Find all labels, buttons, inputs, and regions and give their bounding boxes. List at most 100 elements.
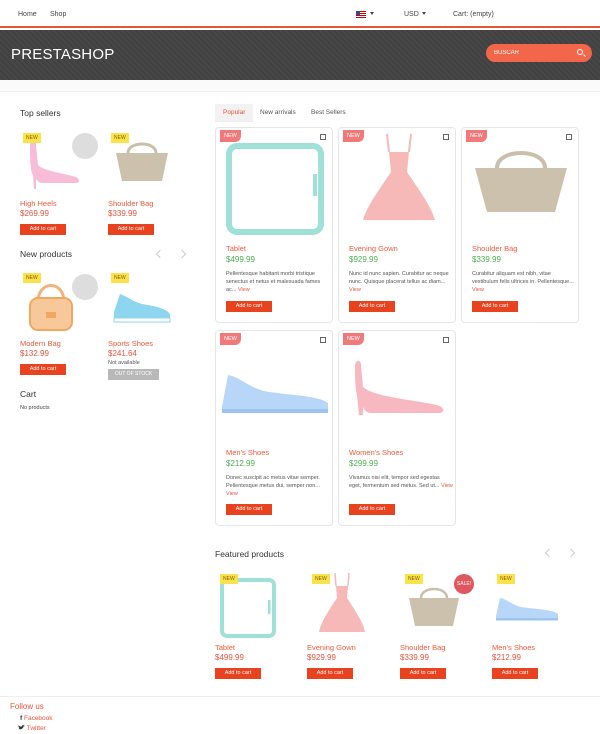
view-link[interactable]: View	[441, 483, 453, 489]
product-name-link[interactable]: Sports Shoes	[108, 339, 153, 348]
chevron-left-icon[interactable]	[155, 249, 165, 259]
product-name-link[interactable]: Women's Shoes	[349, 448, 403, 457]
product-description: Curabitur aliquam est nibh, vitae vestib…	[472, 270, 576, 294]
nav-home-link[interactable]: Home	[18, 11, 37, 18]
cart-title: Cart	[20, 389, 37, 399]
compare-checkbox[interactable]	[443, 337, 449, 343]
new-products-title: New products	[20, 249, 72, 259]
product-name-link[interactable]: Men's Shoes	[226, 448, 269, 457]
product-description: Nunc id nunc sapien. Curabitur ac neque …	[349, 270, 453, 294]
currency-selector[interactable]: USD	[404, 11, 426, 18]
add-to-cart-button[interactable]: Add to cart	[20, 364, 66, 375]
new-badge: NEW	[23, 133, 41, 143]
view-link[interactable]: View	[349, 287, 361, 293]
facebook-label: Facebook	[23, 715, 53, 722]
view-link[interactable]: View	[226, 491, 238, 497]
product-name-link[interactable]: Tablet	[226, 244, 246, 253]
top-bar: Home Shop USD Cart: (empty)	[0, 0, 600, 28]
currency-label: USD	[404, 11, 419, 18]
product-name-link[interactable]: Tablet	[215, 643, 235, 652]
new-badge: NEW	[220, 333, 241, 345]
availability-label: Not available	[108, 360, 140, 366]
product-name-link[interactable]: Shoulder Bag	[400, 643, 445, 652]
product-name-link[interactable]: Shoulder Bag	[472, 244, 517, 253]
view-link[interactable]: View	[238, 287, 250, 293]
add-to-cart-button[interactable]: Add to cart	[108, 224, 154, 235]
view-link[interactable]: View	[472, 287, 484, 293]
add-to-cart-button[interactable]: Add to cart	[472, 301, 518, 312]
us-flag-icon[interactable]	[356, 11, 366, 18]
add-to-cart-button[interactable]: Add to cart	[20, 224, 66, 235]
add-to-cart-button[interactable]: Add to cart	[226, 301, 272, 312]
product-card-tablet[interactable]: NEW Tablet $499.99 Pellentesque habitant…	[215, 127, 333, 323]
header-strip	[0, 80, 600, 92]
facebook-icon: f	[20, 715, 23, 722]
product-price: $241.64	[108, 349, 137, 358]
out-of-stock-button: OUT OF STOCK	[108, 369, 159, 380]
twitter-bird-icon	[18, 725, 25, 730]
chevron-right-icon[interactable]	[177, 249, 187, 259]
product-card-evening-gown[interactable]: NEW Evening Gown $929.99 Nunc id nunc sa…	[338, 127, 456, 323]
add-to-cart-button[interactable]: Add to cart	[492, 668, 538, 679]
description-text: Nunc id nunc sapien. Curabitur ac neque …	[349, 271, 449, 285]
high-heels-image	[30, 140, 79, 189]
product-price: $132.99	[20, 349, 49, 358]
product-name-link[interactable]: Evening Gown	[349, 244, 398, 253]
add-to-cart-button[interactable]: Add to cart	[307, 668, 353, 679]
new-badge: NEW	[111, 273, 129, 283]
search-box	[486, 44, 592, 62]
twitter-link[interactable]: Twitter	[18, 725, 46, 732]
language-caret-icon[interactable]	[367, 11, 374, 18]
cart-empty-text: No products	[20, 405, 50, 411]
twitter-label: Twitter	[26, 725, 46, 732]
compare-checkbox[interactable]	[320, 337, 326, 343]
cart-link[interactable]: Cart: (empty)	[453, 11, 494, 18]
tablet-image	[226, 143, 324, 235]
product-name-link[interactable]: Shoulder Bag	[108, 199, 153, 208]
description-text: Donec suscipit ac metus vitae semper. Pe…	[226, 475, 320, 489]
product-price: $499.99	[226, 255, 255, 264]
tab-popular[interactable]: Popular	[215, 104, 254, 122]
product-name-link[interactable]: Modern Bag	[20, 339, 61, 348]
product-card-shoulder-bag[interactable]: NEW Shoulder Bag $339.99 Curabitur aliqu…	[461, 127, 579, 323]
product-price: $339.99	[400, 653, 429, 662]
shoulder-bag-image	[116, 142, 168, 181]
product-name-link[interactable]: Men's Shoes	[492, 643, 535, 652]
search-icon[interactable]	[577, 49, 583, 55]
product-name-link[interactable]: Evening Gown	[307, 643, 356, 652]
add-to-cart-button[interactable]: Add to cart	[349, 504, 395, 515]
product-name-link[interactable]: High Heels	[20, 199, 57, 208]
compare-checkbox[interactable]	[320, 134, 326, 140]
new-badge: NEW	[23, 273, 41, 283]
add-to-cart-button[interactable]: Add to cart	[349, 301, 395, 312]
search-input[interactable]	[494, 47, 574, 59]
product-price: $212.99	[492, 653, 521, 662]
compare-checkbox[interactable]	[443, 134, 449, 140]
product-card-womens-shoes[interactable]: NEW Women's Shoes $299.99 Vivamus nisi e…	[338, 330, 456, 526]
product-price: $212.99	[226, 459, 255, 468]
product-description: Vivamus nisi elit, tempor sed egestas eg…	[349, 474, 453, 490]
sports-shoes-image	[113, 294, 171, 323]
logo[interactable]: PRESTASHOP	[11, 46, 114, 63]
tab-new-arrivals[interactable]: New arrivals	[252, 104, 304, 122]
product-card-mens-shoes[interactable]: NEW Men's Shoes $212.99 Donec suscipit a…	[215, 330, 333, 526]
modern-bag-image	[29, 284, 73, 331]
product-price: $499.99	[215, 653, 244, 662]
product-description: Pellentesque habitant morbi tristique se…	[226, 270, 330, 294]
chevron-left-icon[interactable]	[544, 548, 554, 558]
new-badge: NEW	[220, 130, 241, 142]
add-to-cart-button[interactable]: Add to cart	[215, 668, 261, 679]
featured-products-title: Featured products	[215, 549, 284, 559]
chevron-right-icon[interactable]	[566, 548, 576, 558]
add-to-cart-button[interactable]: Add to cart	[400, 668, 446, 679]
product-price: $299.99	[349, 459, 378, 468]
facebook-link[interactable]: f Facebook	[20, 715, 53, 722]
nav-shop-link[interactable]: Shop	[50, 11, 66, 18]
new-badge: NEW	[312, 574, 330, 584]
new-badge: NEW	[220, 574, 238, 584]
chevron-down-icon	[421, 12, 426, 15]
add-to-cart-button[interactable]: Add to cart	[226, 504, 272, 515]
compare-checkbox[interactable]	[566, 134, 572, 140]
tab-best-sellers[interactable]: Best Sellers	[303, 104, 354, 122]
evening-gown-image	[363, 133, 435, 220]
